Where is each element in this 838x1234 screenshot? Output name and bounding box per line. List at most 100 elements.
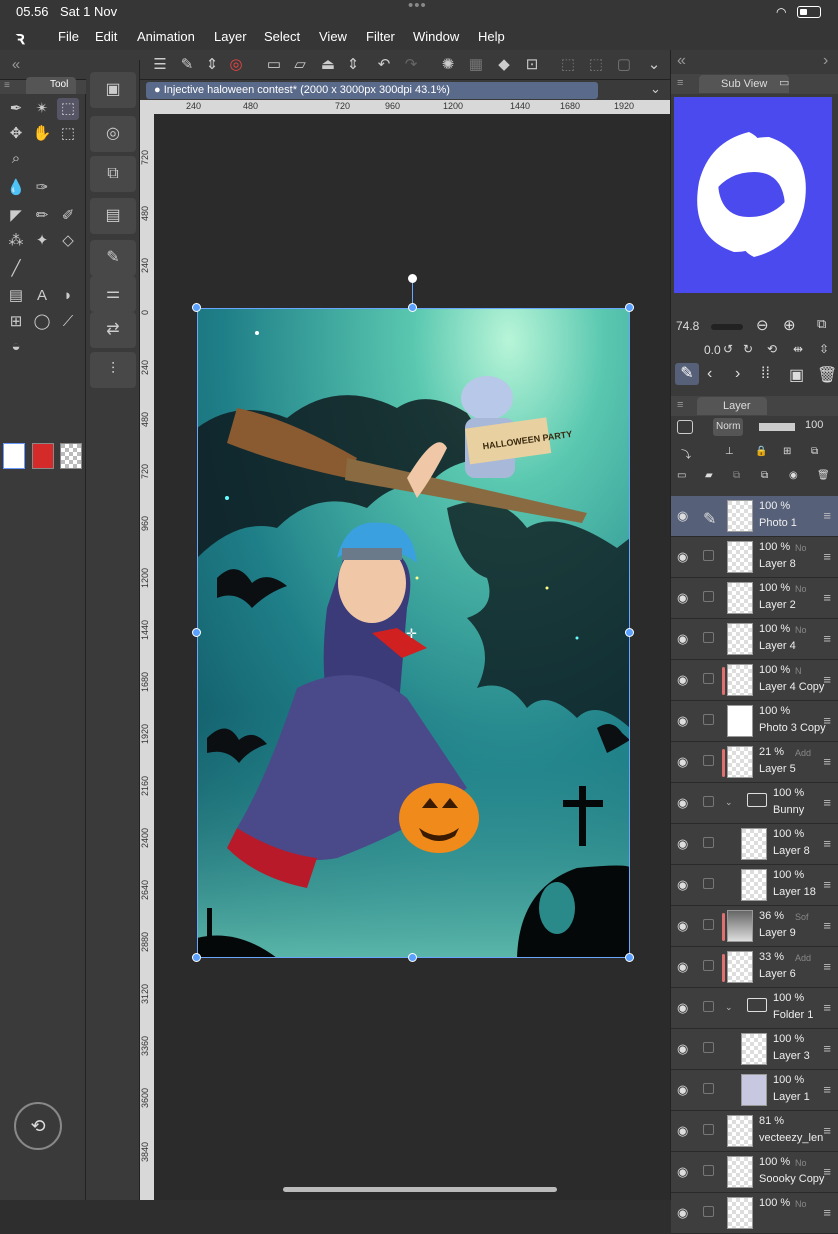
visibility-eye-icon[interactable]: ◉ bbox=[677, 1000, 688, 1016]
menu-view[interactable]: View bbox=[319, 29, 347, 44]
layer-menu-icon[interactable]: ≡ bbox=[823, 1123, 831, 1138]
stepper-icon[interactable]: ⇕ bbox=[202, 55, 222, 75]
pencil-icon[interactable]: ✏ bbox=[31, 205, 53, 227]
hamburger-menu-icon[interactable]: ☰ bbox=[150, 55, 170, 75]
loading-icon[interactable]: ✺ bbox=[438, 55, 458, 75]
zoom-value[interactable]: 74.8 bbox=[676, 319, 699, 333]
reference-icon[interactable]: ⊥ bbox=[725, 446, 734, 457]
next-icon[interactable]: › bbox=[735, 365, 740, 383]
mask-add-icon[interactable]: ◉ bbox=[789, 470, 798, 481]
merge-icon[interactable]: ⧉ bbox=[761, 470, 768, 481]
menu-file[interactable]: File bbox=[58, 29, 79, 44]
opacity-slider[interactable] bbox=[759, 423, 795, 431]
swap-icon[interactable]: ⇄ bbox=[90, 312, 136, 348]
cloud-icon[interactable]: ◎ bbox=[226, 55, 246, 75]
clip-icon[interactable]: ⤵ bbox=[681, 446, 691, 461]
save-stepper-icon[interactable]: ⇕ bbox=[343, 55, 363, 75]
visibility-eye-icon[interactable]: ◉ bbox=[677, 836, 688, 852]
sliders-icon[interactable]: ⚌ bbox=[90, 276, 136, 312]
layer-menu-icon[interactable]: ≡ bbox=[823, 795, 831, 810]
menu-edit[interactable]: Edit bbox=[95, 29, 117, 44]
rotate-handle[interactable] bbox=[408, 274, 417, 283]
magic-wand-icon[interactable]: ✴ bbox=[31, 98, 53, 120]
opacity-value[interactable]: 100 bbox=[805, 419, 823, 431]
pen-nib-icon[interactable]: ◤ bbox=[5, 205, 27, 227]
layer-checkbox[interactable] bbox=[703, 837, 714, 848]
layer-row[interactable]: ◉ 100 % No Layer 4 ≡ bbox=[671, 619, 838, 660]
visibility-eye-icon[interactable]: ◉ bbox=[677, 590, 688, 606]
layer-checkbox[interactable] bbox=[703, 1083, 714, 1094]
quick-access-icon[interactable]: ⟲ bbox=[14, 1102, 62, 1150]
layer-menu-icon[interactable]: ≡ bbox=[823, 959, 831, 974]
layer-checkbox[interactable] bbox=[703, 591, 714, 602]
layer-menu-icon[interactable]: ≡ bbox=[823, 549, 831, 564]
layer-row[interactable]: ◉ 81 % vecteezy_len ≡ bbox=[671, 1111, 838, 1152]
layer-checkbox[interactable] bbox=[703, 632, 714, 643]
zoom-slider[interactable] bbox=[711, 324, 743, 330]
subview-alt-icon[interactable]: ▭ bbox=[779, 76, 789, 89]
redo-icon[interactable]: ↷ bbox=[401, 55, 421, 75]
layer-checkbox[interactable] bbox=[703, 714, 714, 725]
zoom-out-icon[interactable]: ⊖ bbox=[756, 316, 769, 334]
layer-row[interactable]: ◉ 100 % No Soooky Copy ≡ bbox=[671, 1152, 838, 1193]
resize-handle[interactable] bbox=[408, 303, 417, 312]
folder-chevron-icon[interactable]: ⌄ bbox=[725, 797, 733, 808]
layer-menu-icon[interactable]: ≡ bbox=[823, 631, 831, 646]
layer-property-icon[interactable]: ▤ bbox=[90, 198, 136, 234]
layer-checkbox[interactable] bbox=[703, 1165, 714, 1176]
layer-checkbox[interactable] bbox=[703, 919, 714, 930]
layer-menu-icon[interactable]: ≡ bbox=[823, 754, 831, 769]
layer-row[interactable]: ◉ 100 % Layer 1 ≡ bbox=[671, 1070, 838, 1111]
delete-layer-icon[interactable]: 🗑 bbox=[817, 470, 830, 481]
trash-icon[interactable]: 🗑 bbox=[817, 365, 837, 385]
undo-icon[interactable]: ↶ bbox=[374, 55, 394, 75]
resize-handle[interactable] bbox=[192, 953, 201, 962]
zoom-in-icon[interactable]: ⊕ bbox=[783, 316, 796, 334]
layer-checkbox[interactable] bbox=[703, 796, 714, 807]
edit-pen-icon[interactable]: ✎ bbox=[703, 509, 716, 528]
visibility-eye-icon[interactable]: ◉ bbox=[677, 795, 688, 811]
new-folder-icon[interactable]: ▰ bbox=[705, 470, 713, 481]
layer-checkbox[interactable] bbox=[703, 1001, 714, 1012]
menu-animation[interactable]: Animation bbox=[137, 29, 195, 44]
new-subview-icon[interactable]: ▣ bbox=[789, 365, 804, 385]
eraser-icon[interactable]: ◇ bbox=[57, 230, 79, 252]
dropper-icon[interactable]: 💧 bbox=[5, 177, 27, 199]
layer-row[interactable]: ◉ ✎ 100 % Photo 1 ≡ bbox=[671, 496, 838, 537]
copy-layer-icon[interactable]: ⧉ bbox=[733, 470, 740, 481]
layer-checkbox[interactable] bbox=[703, 1206, 714, 1217]
layer-menu-icon[interactable]: ≡ bbox=[823, 1205, 831, 1220]
visibility-eye-icon[interactable]: ◉ bbox=[677, 1082, 688, 1098]
layer-row[interactable]: ◉ 100 % Layer 3 ≡ bbox=[671, 1029, 838, 1070]
collapse-right-icon[interactable]: « bbox=[677, 52, 686, 70]
move-icon[interactable]: ✥ bbox=[5, 123, 27, 145]
layer-row[interactable]: ◉ 21 % Add Layer 5 ≡ bbox=[671, 742, 838, 783]
selection-icon[interactable]: ▢ bbox=[614, 55, 634, 75]
resize-handle[interactable] bbox=[625, 303, 634, 312]
grid-icon[interactable]: ⁞⁞ bbox=[761, 365, 770, 383]
text-icon[interactable]: A bbox=[31, 285, 53, 307]
edit-icon[interactable]: ✎ bbox=[177, 55, 197, 75]
mask-icon[interactable]: ⧉ bbox=[811, 446, 818, 457]
tool-tab[interactable]: Tool bbox=[26, 77, 76, 94]
home-indicator[interactable] bbox=[283, 1187, 557, 1192]
open-folder-icon[interactable]: ▱ bbox=[290, 55, 310, 75]
transform-icon[interactable]: ⊡ bbox=[522, 55, 542, 75]
rotation-value[interactable]: 0.0 bbox=[704, 343, 721, 357]
rotate-left-icon[interactable]: ↺ bbox=[723, 342, 733, 356]
layer-menu-icon[interactable]: ≡ bbox=[823, 1041, 831, 1056]
lock-alpha-icon[interactable]: ⊞ bbox=[783, 446, 791, 457]
resize-handle[interactable] bbox=[408, 953, 417, 962]
app-logo-icon[interactable]: ꝛ bbox=[16, 26, 25, 50]
subview-image[interactable] bbox=[674, 97, 832, 293]
airbrush-icon[interactable]: ⁂ bbox=[5, 230, 27, 252]
layer-row[interactable]: ◉ 100 % No ≡ bbox=[671, 1193, 838, 1234]
layer-menu-icon[interactable]: ≡ bbox=[823, 836, 831, 851]
layer-checkbox[interactable] bbox=[703, 1124, 714, 1135]
line-icon[interactable]: ╱ bbox=[5, 258, 27, 280]
rotate-right-icon[interactable]: ↻ bbox=[743, 342, 753, 356]
visibility-eye-icon[interactable]: ◉ bbox=[677, 672, 688, 688]
layer-row[interactable]: ◉ 100 % N Layer 4 Copy ≡ bbox=[671, 660, 838, 701]
layer-checkbox[interactable] bbox=[703, 1042, 714, 1053]
layer-row[interactable]: ◉ 33 % Add Layer 6 ≡ bbox=[671, 947, 838, 988]
